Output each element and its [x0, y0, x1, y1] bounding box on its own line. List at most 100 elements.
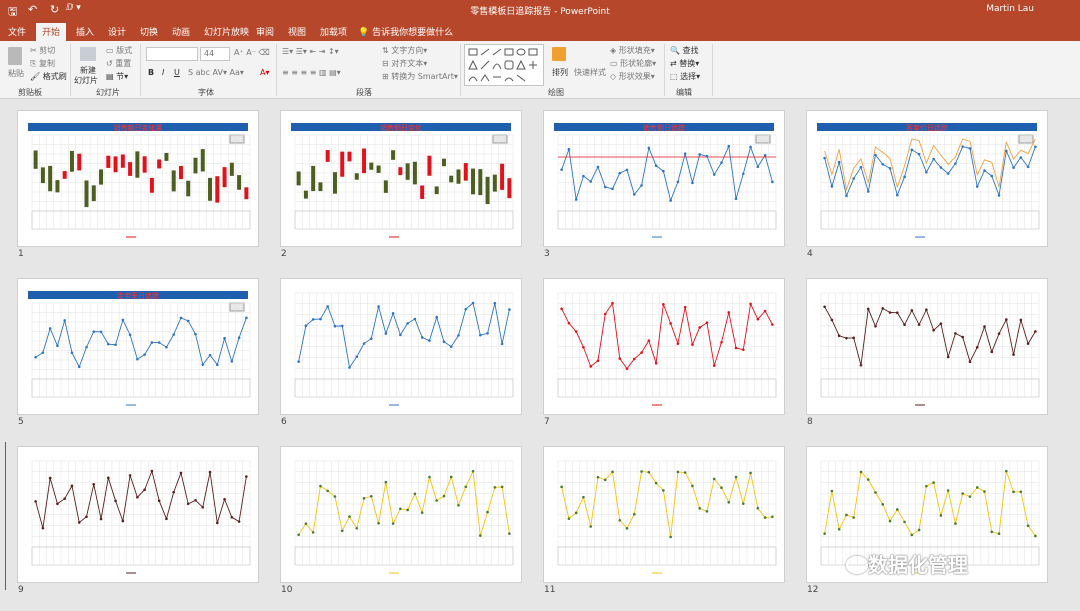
- layout-button[interactable]: ▭ 版式: [106, 45, 132, 56]
- series-point: [823, 156, 826, 160]
- slide-thumbnail-4[interactable]: 客单价日追踪: [806, 110, 1048, 247]
- paste-icon[interactable]: [8, 47, 22, 65]
- slide-thumbnail-2[interactable]: 销售额日变化: [280, 110, 522, 247]
- slide-thumbnail-6[interactable]: [280, 278, 522, 415]
- series-point: [589, 180, 592, 183]
- series-point: [734, 346, 738, 350]
- font-color-button[interactable]: A▾: [260, 68, 270, 77]
- series-point: [92, 482, 96, 486]
- cut-button[interactable]: ✂ 剪切: [30, 45, 55, 56]
- align-text-button[interactable]: ⊟ 对齐文本▾: [382, 58, 427, 69]
- section-button[interactable]: ▤ 节▾: [106, 71, 128, 82]
- series-point: [355, 355, 359, 359]
- select-button[interactable]: ⬚ 选择▾: [670, 71, 700, 82]
- series-point: [742, 172, 745, 176]
- quick-styles-button[interactable]: 快速样式: [574, 67, 606, 78]
- slide-dropdown: [229, 302, 245, 312]
- tab-addins[interactable]: 加载项: [320, 25, 347, 38]
- tab-insert[interactable]: 插入: [76, 25, 94, 38]
- slide-thumbnail-11[interactable]: [543, 446, 785, 583]
- align-buttons[interactable]: ≡ ≡ ≡ ≡ ▥ ▤▾: [282, 68, 341, 77]
- slide-thumbnail-1[interactable]: 销售额日变化量: [17, 110, 259, 247]
- slide-thumbnail-3[interactable]: 销售额日追踪: [543, 110, 785, 247]
- series-point: [676, 342, 680, 345]
- find-button[interactable]: 🔍 查找: [670, 45, 699, 56]
- font-name-box[interactable]: [146, 47, 198, 61]
- candle-bar: [208, 177, 213, 201]
- font-effects-icons[interactable]: S abc AV▾ Aa▾: [188, 68, 244, 77]
- series-point: [319, 317, 322, 321]
- paste-button[interactable]: 粘贴: [8, 68, 24, 79]
- font-grow-icon[interactable]: A⁺ A⁻ ⌫: [234, 48, 270, 57]
- series-point: [245, 475, 248, 478]
- slide-thumbnail-9[interactable]: [17, 446, 259, 583]
- shapes-gallery[interactable]: [464, 44, 544, 86]
- series-point: [377, 521, 380, 525]
- tab-review[interactable]: 审阅: [256, 25, 274, 38]
- series-point: [932, 481, 935, 484]
- candle-bar: [427, 155, 432, 176]
- italic-button[interactable]: I: [162, 68, 164, 77]
- tab-animations[interactable]: 动画: [172, 25, 190, 38]
- separator: [664, 44, 665, 96]
- series-point: [449, 475, 453, 479]
- series-point: [63, 497, 66, 500]
- reset-button[interactable]: ↺ 重置: [106, 58, 131, 69]
- candle-bar: [99, 169, 104, 185]
- copy-button[interactable]: ⎘ 复制: [30, 58, 55, 69]
- slide-number: 9: [18, 585, 24, 595]
- underline-button[interactable]: U: [174, 68, 180, 77]
- smartart-button[interactable]: ⊞ 转换为 SmartArt▾: [382, 71, 458, 82]
- new-slide-button-2[interactable]: 幻灯片: [74, 75, 98, 86]
- bold-button[interactable]: B: [148, 68, 154, 77]
- new-slide-icon[interactable]: [80, 47, 96, 61]
- shape-effects-button[interactable]: ◇ 形状效果▾: [610, 71, 655, 82]
- format-painter-button[interactable]: 🖌 格式刷: [30, 71, 67, 82]
- candle-bar: [362, 148, 367, 174]
- series-point: [121, 519, 125, 523]
- slide-number: 5: [18, 417, 24, 427]
- slide-number: 8: [807, 417, 813, 427]
- tab-transitions[interactable]: 切换: [140, 25, 158, 38]
- tab-home[interactable]: 开始: [36, 23, 67, 41]
- series-point: [201, 363, 205, 366]
- shape-outline-button[interactable]: ▭ 形状轮廓▾: [610, 58, 656, 69]
- series-point: [888, 167, 892, 170]
- series-point: [48, 476, 52, 480]
- arrange-button[interactable]: 排列: [552, 67, 568, 78]
- candle-bar: [113, 156, 118, 173]
- candle-bar: [340, 151, 345, 177]
- series-point: [859, 165, 863, 169]
- user-name[interactable]: Martin Lau: [986, 4, 1034, 14]
- series-point: [128, 474, 132, 477]
- insertion-marker: [5, 442, 6, 590]
- series-point: [633, 512, 636, 516]
- list-buttons[interactable]: ☰▾ ☰▾ ⇤ ⇥ ↕▾: [282, 47, 339, 56]
- series-point: [720, 161, 723, 164]
- replace-button[interactable]: ⇄ 替换▾: [670, 58, 699, 69]
- slide-chart: 销售额日追踪: [554, 123, 777, 238]
- slide-thumbnail-7[interactable]: [543, 278, 785, 415]
- shape-fill-button[interactable]: ◈ 形状填充▾: [610, 45, 655, 56]
- slide-dropdown: [229, 134, 245, 144]
- series-point: [297, 533, 300, 537]
- candle-bar: [77, 153, 82, 171]
- candle-bar: [149, 177, 154, 193]
- text-direction-button[interactable]: ⇅ 文字方向▾: [382, 45, 427, 56]
- tell-me-box[interactable]: 💡 告诉我你想要做什么: [358, 25, 453, 38]
- series-point: [486, 510, 489, 514]
- slide-thumbnail-8[interactable]: [806, 278, 1048, 415]
- arrange-icon[interactable]: [552, 47, 566, 61]
- series-point: [370, 495, 373, 498]
- tab-design[interactable]: 设计: [108, 25, 126, 38]
- tab-file[interactable]: 文件: [8, 25, 26, 38]
- series-point: [756, 506, 760, 510]
- font-size-box[interactable]: 44: [200, 47, 230, 61]
- slide-thumbnail-5[interactable]: 连带率日追踪: [17, 278, 259, 415]
- font-size-value: 44: [204, 49, 215, 58]
- series-point: [669, 322, 672, 325]
- tab-view[interactable]: 视图: [288, 25, 306, 38]
- tab-slideshow[interactable]: 幻灯片放映: [204, 25, 249, 38]
- series-point: [143, 488, 146, 492]
- slide-thumbnail-10[interactable]: [280, 446, 522, 583]
